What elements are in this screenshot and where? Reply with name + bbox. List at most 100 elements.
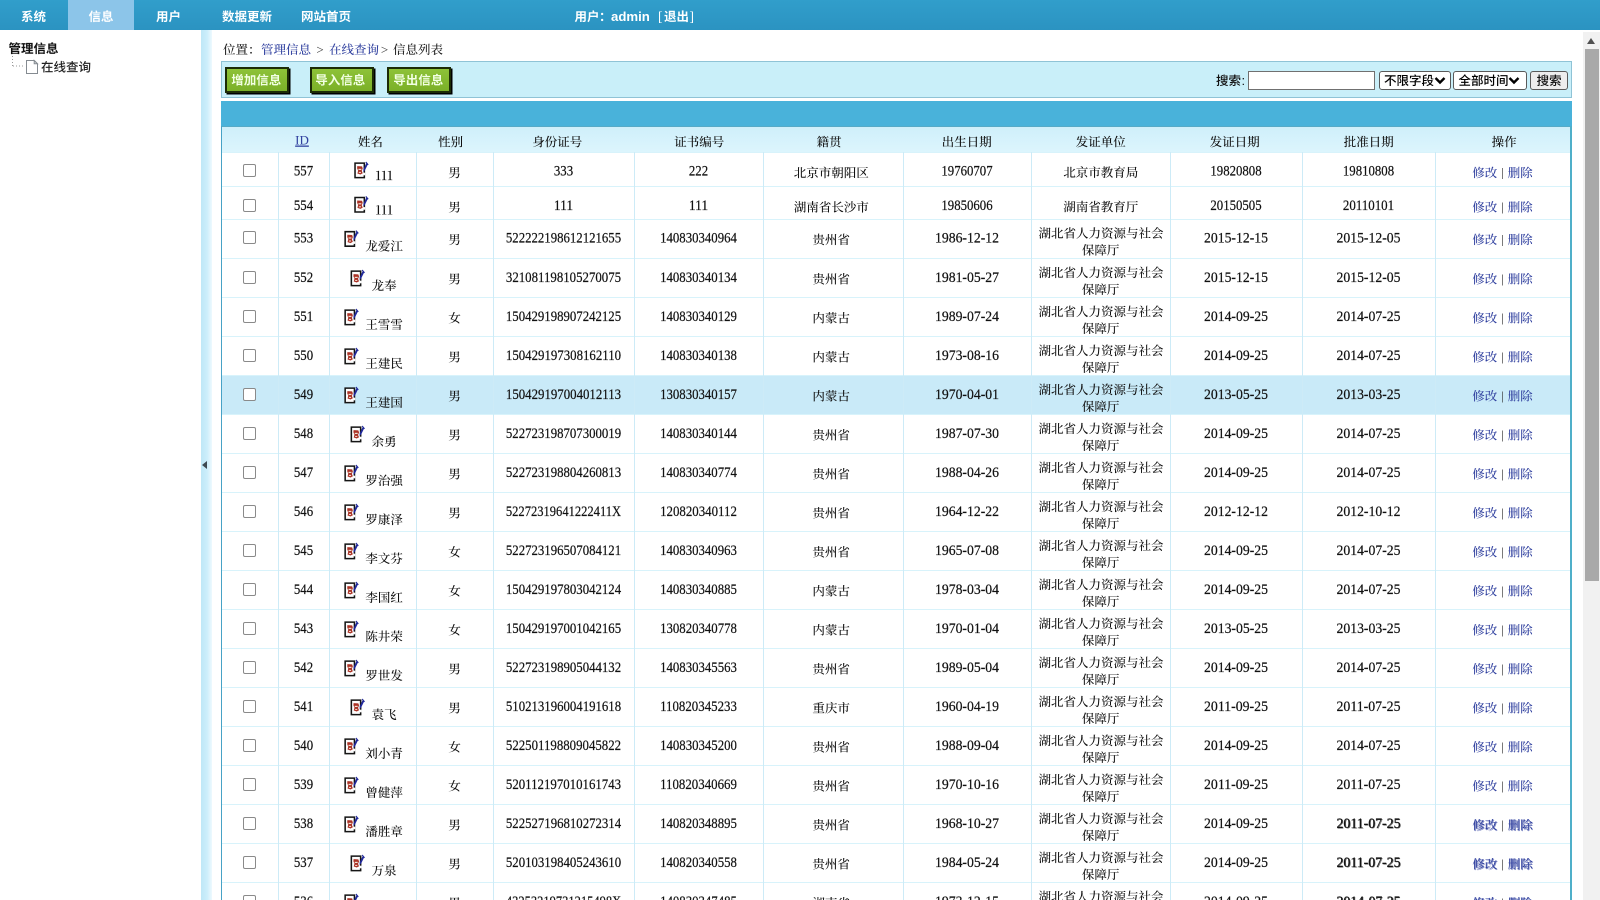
svg-text:321081198105270075: 321081198105270075 [506, 270, 621, 286]
svg-text:546: 546 [294, 504, 313, 520]
svg-text:1989-07-24: 1989-07-24 [935, 309, 999, 325]
svg-text:52272319641222411X: 52272319641222411X [506, 504, 621, 520]
svg-text:140830340134: 140830340134 [660, 270, 737, 286]
svg-text:1984-05-24: 1984-05-24 [935, 855, 999, 871]
svg-text:admin: admin [611, 9, 650, 24]
svg-text:222: 222 [689, 164, 708, 180]
svg-text:|: | [1501, 661, 1504, 676]
svg-text:1960-04-19: 1960-04-19 [935, 699, 999, 715]
svg-text:2014-09-25: 2014-09-25 [1204, 426, 1268, 442]
svg-text:2014-09-25: 2014-09-25 [1204, 309, 1268, 325]
svg-text:130830340157: 130830340157 [660, 387, 737, 403]
svg-text:540: 540 [294, 738, 313, 754]
svg-text:2014-07-25: 2014-07-25 [1337, 426, 1401, 442]
svg-text:>: > [381, 42, 388, 57]
svg-text:140830345563: 140830345563 [660, 660, 737, 676]
svg-text:522723196507084121: 522723196507084121 [506, 543, 621, 559]
svg-text::: : [1242, 73, 1246, 88]
svg-text:1964-12-22: 1964-12-22 [935, 504, 999, 520]
svg-text:110820340669: 110820340669 [660, 777, 737, 793]
svg-text:541: 541 [294, 699, 313, 715]
svg-text:|: | [1501, 310, 1504, 325]
svg-text:2014-07-25: 2014-07-25 [1337, 309, 1401, 325]
svg-text:2013-05-25: 2013-05-25 [1204, 387, 1268, 403]
svg-text:140820348895: 140820348895 [660, 816, 737, 832]
svg-text:2014-09-25: 2014-09-25 [1204, 816, 1268, 832]
svg-text:539: 539 [294, 777, 313, 793]
svg-text:522723198707300019: 522723198707300019 [506, 426, 621, 442]
svg-text:|: | [1501, 388, 1504, 403]
svg-text:2015-12-15: 2015-12-15 [1204, 270, 1268, 286]
svg-text:|: | [1501, 856, 1504, 871]
svg-text:140830340144: 140830340144 [660, 426, 737, 442]
svg-text:2011-07-25: 2011-07-25 [1337, 856, 1401, 872]
svg-text:538: 538 [294, 816, 313, 832]
svg-text:1988-09-04: 1988-09-04 [935, 738, 999, 754]
svg-text:554: 554 [294, 198, 313, 214]
svg-text:140830340774: 140830340774 [660, 465, 737, 481]
svg-text:|: | [1501, 778, 1504, 793]
svg-text:43253219731215498X: 43253219731215498X [506, 894, 621, 900]
svg-text:522723198905044132: 522723198905044132 [506, 660, 621, 676]
svg-text:[: [ [658, 9, 663, 24]
svg-text:140830340964: 140830340964 [660, 231, 737, 247]
svg-text:549: 549 [294, 387, 313, 403]
svg-text:19820808: 19820808 [1210, 164, 1261, 180]
svg-text:2014-09-25: 2014-09-25 [1204, 582, 1268, 598]
svg-text:1970-10-16: 1970-10-16 [935, 777, 999, 793]
svg-text:547: 547 [294, 465, 313, 481]
svg-text:536: 536 [294, 894, 313, 900]
svg-text:19850606: 19850606 [941, 198, 992, 214]
svg-text:551: 551 [294, 309, 313, 325]
svg-text:|: | [1501, 544, 1504, 559]
svg-text:1978-03-04: 1978-03-04 [935, 582, 999, 598]
svg-text:2014-07-25: 2014-07-25 [1337, 895, 1401, 900]
svg-text:120820340112: 120820340112 [660, 504, 737, 520]
svg-text:19810808: 19810808 [1343, 164, 1394, 180]
svg-text:140830340129: 140830340129 [660, 309, 737, 325]
svg-text:552: 552 [294, 270, 313, 286]
svg-text:|: | [1501, 231, 1504, 246]
svg-text:1965-07-08: 1965-07-08 [935, 543, 999, 559]
svg-text:2014-09-25: 2014-09-25 [1204, 348, 1268, 364]
svg-text:111: 111 [689, 198, 708, 214]
svg-text:|: | [1501, 199, 1504, 214]
svg-text:2014-09-25: 2014-09-25 [1204, 855, 1268, 871]
svg-text:140830340138: 140830340138 [660, 348, 737, 364]
svg-text:2014-07-25: 2014-07-25 [1337, 348, 1401, 364]
svg-text:1988-04-26: 1988-04-26 [935, 465, 999, 481]
svg-text:150429197001042165: 150429197001042165 [506, 621, 621, 637]
svg-text:510213196004191618: 510213196004191618 [506, 699, 621, 715]
svg-text:]: ] [690, 9, 695, 24]
svg-text:1970-01-04: 1970-01-04 [935, 621, 999, 637]
svg-text:2014-07-25: 2014-07-25 [1337, 660, 1401, 676]
svg-text:2014-09-25: 2014-09-25 [1204, 738, 1268, 754]
svg-text:1968-10-27: 1968-10-27 [935, 816, 999, 832]
svg-text:2014-09-25: 2014-09-25 [1204, 894, 1268, 900]
svg-text:2011-09-25: 2011-09-25 [1204, 777, 1268, 793]
svg-text:140830347485: 140830347485 [660, 894, 737, 900]
svg-text:|: | [1501, 427, 1504, 442]
svg-text:|: | [1501, 895, 1504, 900]
svg-text:542: 542 [294, 660, 313, 676]
svg-text:|: | [1501, 583, 1504, 598]
svg-text:110820345233: 110820345233 [660, 699, 737, 715]
svg-text:545: 545 [294, 543, 313, 559]
svg-text:537: 537 [294, 855, 313, 871]
svg-text:ID: ID [295, 133, 309, 148]
svg-text:522501198809045822: 522501198809045822 [506, 738, 621, 754]
svg-text:333: 333 [554, 164, 573, 180]
svg-text:2013-05-25: 2013-05-25 [1204, 621, 1268, 637]
svg-text:20110101: 20110101 [1343, 198, 1394, 214]
svg-text:2012-12-12: 2012-12-12 [1204, 504, 1268, 520]
svg-text:1987-07-30: 1987-07-30 [935, 426, 999, 442]
svg-text:2014-09-25: 2014-09-25 [1204, 465, 1268, 481]
svg-text:|: | [1501, 271, 1504, 286]
svg-text:19760707: 19760707 [941, 164, 992, 180]
svg-text:|: | [1501, 466, 1504, 481]
svg-text:522222198612121655: 522222198612121655 [506, 231, 621, 247]
svg-text:1981-05-27: 1981-05-27 [935, 270, 999, 286]
svg-text:553: 553 [294, 231, 313, 247]
svg-text:557: 557 [294, 164, 313, 180]
svg-text:1973-12-15: 1973-12-15 [935, 894, 999, 900]
